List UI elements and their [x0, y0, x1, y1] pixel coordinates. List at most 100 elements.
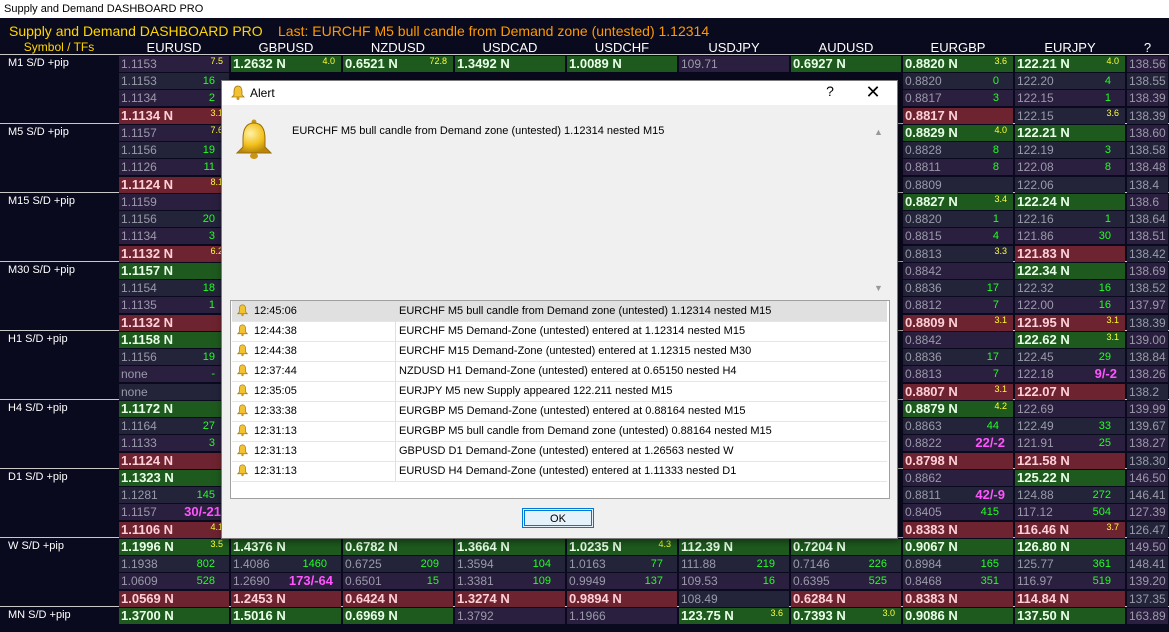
price-cell: 0.8879 N 4.2: [903, 401, 1013, 417]
price-cell: 1.3492 N: [455, 56, 565, 72]
pip-value: 29: [1098, 351, 1111, 364]
log-row[interactable]: 12:45:06 EURCHF M5 bull candle from Deman…: [232, 301, 887, 322]
price-cell: 148.41: [1127, 556, 1168, 573]
price-value: 1.1135: [121, 298, 157, 313]
price-cell: 0.6782 N: [343, 539, 453, 555]
price-cell: 138.51: [1127, 228, 1168, 245]
price-cell: 1.1153 16: [119, 73, 229, 90]
log-row[interactable]: 12:44:38 EURCHF M5 Demand-Zone (untested)…: [232, 321, 887, 342]
log-row[interactable]: 12:44:38 EURCHF M15 Demand-Zone (untested…: [232, 341, 887, 362]
scroll-up-icon[interactable]: ▲: [874, 127, 883, 137]
price-value: 138.27: [1129, 436, 1166, 451]
price-value: 1.2690: [233, 574, 270, 589]
price-value: 0.6969 N: [345, 608, 398, 623]
price-cell: 0.6395 525: [791, 573, 901, 590]
price-value: 0.8383 N: [905, 521, 958, 537]
pip-value: 4: [992, 230, 999, 243]
price-value: 0.7393 N: [793, 608, 846, 623]
log-column-divider: [395, 301, 396, 321]
pip-value: 219: [756, 558, 775, 571]
alert-log-list[interactable]: 12:45:06 EURCHF M5 bull candle from Deman…: [230, 300, 890, 499]
price-cell: 0.6725 209: [343, 556, 453, 573]
close-button[interactable]: ✕: [863, 82, 883, 103]
pip-value: 17: [986, 351, 999, 364]
price-value: 0.7204 N: [793, 539, 846, 554]
price-cell: 0.8807 N 3.1: [903, 383, 1013, 400]
price-value: 116.46 N: [1017, 521, 1070, 537]
pip-value: 209: [420, 558, 439, 571]
price-value: 0.8812: [905, 298, 942, 313]
price-cell: 1.2632 N 4.0: [231, 56, 341, 72]
log-row[interactable]: 12:37:44 NZDUSD H1 Demand-Zone (untested)…: [232, 361, 887, 382]
price-cell: 138.52: [1127, 280, 1168, 297]
scroll-down-icon[interactable]: ▼: [874, 283, 883, 293]
pip-value: 145: [196, 489, 215, 502]
price-cell: 1.1157 30/-21: [119, 504, 229, 521]
price-cell: 138.84: [1127, 349, 1168, 366]
pip-value: 77: [650, 558, 663, 571]
price-value: 0.8820 N: [905, 56, 958, 71]
price-value: 1.3274 N: [457, 590, 510, 606]
price-cell: 122.21 N 4.0: [1015, 56, 1125, 72]
price-value: 139.99: [1129, 402, 1166, 416]
pip-value: 7.5: [210, 56, 223, 66]
log-row[interactable]: 12:35:05 EURJPY M5 new Supply appeared 12…: [232, 381, 887, 402]
price-value: 1.0163: [569, 557, 606, 572]
price-cell: 1.1966: [567, 608, 677, 624]
price-value: 108.49: [681, 591, 718, 606]
bell-icon: [236, 364, 249, 377]
ok-button-label: OK: [550, 513, 566, 525]
price-cell: 1.1126 11: [119, 159, 229, 176]
price-value: 1.2632 N: [233, 56, 286, 71]
price-value: 0.8815: [905, 229, 942, 244]
price-cell: 0.8817 3: [903, 90, 1013, 107]
price-value: 1.1132 N: [121, 314, 174, 330]
help-button[interactable]: ?: [822, 83, 838, 99]
timeframe-separator: [0, 54, 1169, 55]
pip-value: 3: [208, 437, 215, 450]
price-cell: 1.3792: [455, 608, 565, 624]
log-row[interactable]: 12:31:13 EURUSD H4 Demand-Zone (untested)…: [232, 461, 887, 482]
log-row[interactable]: 12:33:38 EURGBP M5 Demand-Zone (untested)…: [232, 401, 887, 422]
price-cell: 0.8813 3.3: [903, 245, 1013, 262]
alert-title-bar[interactable]: Alert ? ✕: [222, 81, 897, 105]
window-title: Supply and Demand DASHBOARD PRO: [4, 3, 204, 15]
price-value: 1.1157: [121, 505, 157, 520]
bell-icon: [236, 384, 249, 397]
price-value: 1.0235 N: [569, 539, 622, 554]
log-row[interactable]: 12:31:13 EURGBP M5 bull candle from Deman…: [232, 421, 887, 442]
price-value: 0.8813: [905, 367, 942, 382]
window-title-bar: Supply and Demand DASHBOARD PRO: [0, 0, 1169, 18]
price-value: 163.89: [1129, 609, 1166, 623]
price-value: 139.20: [1129, 574, 1166, 589]
price-cell: 1.0235 N 4.3: [567, 539, 677, 555]
price-cell: 0.8815 4: [903, 228, 1013, 245]
price-cell: 0.8827 N 3.4: [903, 194, 1013, 210]
log-column-divider: [395, 401, 396, 421]
ok-button[interactable]: OK: [522, 508, 594, 528]
price-value: 122.20: [1017, 74, 1054, 89]
price-value: 138.58: [1129, 143, 1166, 158]
pip-value: 226: [868, 558, 887, 571]
price-value: 122.00: [1017, 298, 1054, 313]
price-value: 109.71: [681, 57, 718, 71]
price-cell: 121.91 25: [1015, 435, 1125, 452]
price-value: 1.1158 N: [121, 332, 174, 347]
price-cell: 122.24 N: [1015, 194, 1125, 210]
price-value: 1.3700 N: [121, 608, 174, 623]
message-scrollbar[interactable]: ▲ ▼: [872, 127, 886, 293]
price-cell: 1.1164 27: [119, 418, 229, 435]
bell-icon: [236, 404, 249, 417]
timeframe-label: D1 S/D +pip: [8, 471, 68, 483]
pip-value: 3.1: [994, 383, 1007, 394]
price-cell: 1.0163 77: [567, 556, 677, 573]
price-cell: 1.1323 N: [119, 470, 229, 486]
price-value: 0.8836: [905, 350, 942, 365]
log-row[interactable]: 12:31:13 GBPUSD D1 Demand-Zone (untested)…: [232, 441, 887, 462]
pip-value: 22/-2: [975, 435, 1005, 451]
price-value: 0.8828: [905, 143, 942, 158]
price-cell: 0.9086 N: [903, 608, 1013, 624]
pip-value: 20: [202, 213, 215, 226]
price-cell: 121.86 30: [1015, 228, 1125, 245]
price-cell: 122.15 3.6: [1015, 107, 1125, 124]
